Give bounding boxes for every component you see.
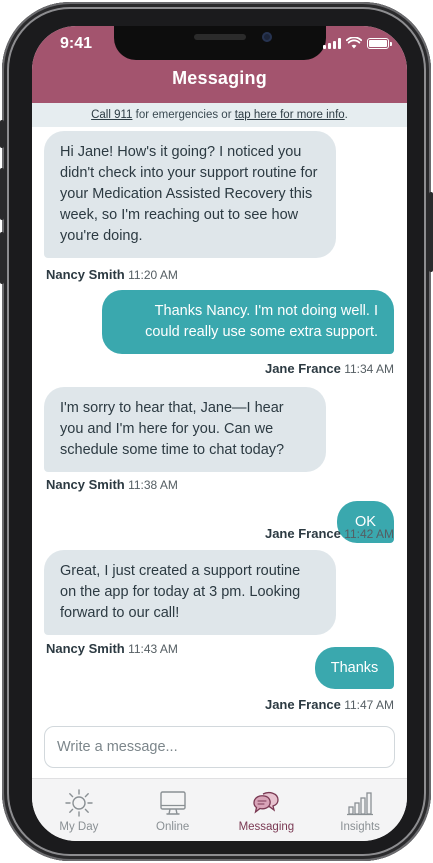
more-info-link[interactable]: tap here for more info	[235, 109, 345, 121]
volume-up-button	[0, 168, 4, 220]
message-meta: Nancy Smith 11:20 AM	[46, 267, 178, 282]
sender-name: Jane France	[264, 526, 341, 541]
cellular-signal-icon	[323, 37, 341, 49]
message-bubble-incoming: I'm sorry to hear that, Jane—I hear you …	[44, 387, 326, 472]
sun-icon	[65, 789, 93, 817]
tab-messaging[interactable]: Messaging	[220, 779, 314, 841]
emergency-banner: Call 911 for emergencies or tap here for…	[32, 103, 407, 127]
notch	[114, 26, 326, 60]
tab-bar: My Day Online Messaging Insights	[32, 778, 407, 841]
silent-switch	[0, 120, 4, 148]
emergency-text: for emergencies or	[132, 109, 235, 121]
message-meta: Jane France 11:47 AM	[265, 697, 394, 712]
sender-name: Nancy Smith	[46, 641, 125, 656]
speaker-grille	[194, 34, 246, 40]
message-time: 11:43 AM	[128, 642, 178, 656]
power-button	[429, 192, 433, 272]
tab-label: Insights	[340, 821, 380, 833]
message-time: 11:38 AM	[128, 478, 178, 492]
sender-name: Nancy Smith	[46, 477, 125, 492]
message-meta: Jane France 11:42 AM	[265, 526, 394, 541]
message-input[interactable]	[44, 726, 395, 768]
message-list[interactable]: Hi Jane! How's it going? I noticed you d…	[32, 127, 407, 719]
status-time: 9:41	[60, 35, 93, 52]
wifi-icon	[346, 37, 362, 49]
emergency-text-end: .	[344, 109, 348, 121]
front-camera	[262, 32, 272, 42]
bar-chart-icon	[347, 792, 374, 816]
app-header: 9:41 Messaging	[32, 26, 407, 103]
status-icons	[323, 37, 392, 49]
tab-label: My Day	[59, 821, 99, 833]
call-911-link[interactable]: Call 911	[91, 109, 132, 121]
message-time: 11:42 AM	[344, 527, 394, 541]
message-bubble-outgoing: Thanks Nancy. I'm not doing well. I coul…	[102, 290, 394, 354]
tab-my-day[interactable]: My Day	[32, 779, 126, 841]
sender-name: Jane France	[264, 697, 341, 712]
sender-name: Jane France	[264, 361, 341, 376]
message-time: 11:20 AM	[128, 268, 178, 282]
screen: 9:41 Messaging Call 911 for emergencies …	[32, 26, 407, 841]
tab-insights[interactable]: Insights	[313, 779, 407, 841]
message-bubble-incoming: Hi Jane! How's it going? I noticed you d…	[44, 131, 336, 258]
message-bubble-incoming: Great, I just created a support routine …	[44, 550, 336, 635]
sender-name: Nancy Smith	[46, 267, 125, 282]
battery-icon	[367, 37, 392, 49]
monitor-icon	[159, 791, 186, 815]
chat-bubbles-icon	[253, 792, 280, 814]
message-time: 11:47 AM	[344, 698, 394, 712]
volume-down-button	[0, 232, 4, 284]
message-meta: Nancy Smith 11:43 AM	[46, 641, 178, 656]
tab-online[interactable]: Online	[126, 779, 220, 841]
tab-label: Messaging	[238, 821, 295, 833]
message-time: 11:34 AM	[344, 362, 394, 376]
phone-frame: 9:41 Messaging Call 911 for emergencies …	[0, 2, 433, 861]
message-meta: Jane France 11:34 AM	[265, 361, 394, 376]
message-meta: Nancy Smith 11:38 AM	[46, 477, 178, 492]
message-bubble-outgoing: Thanks	[315, 647, 394, 689]
page-title: Messaging	[172, 68, 267, 88]
tab-label: Online	[156, 821, 190, 833]
